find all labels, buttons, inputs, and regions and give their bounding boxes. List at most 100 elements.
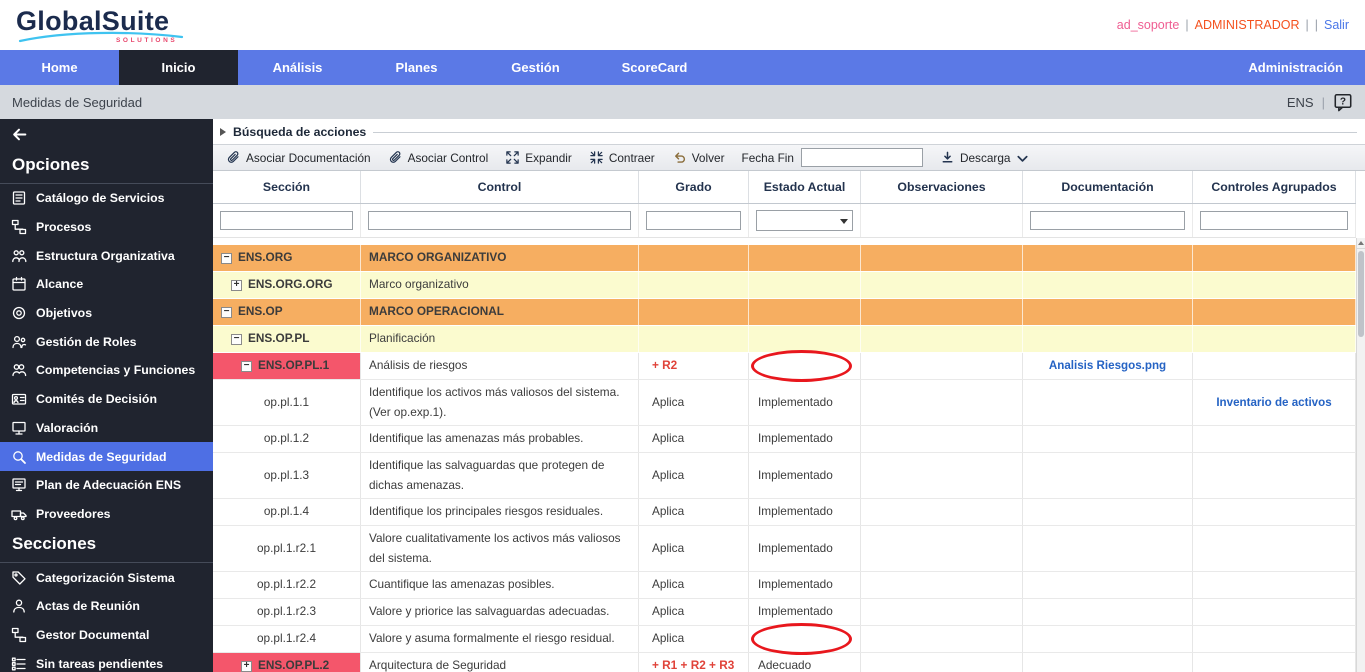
cell-seccion: op.pl.1.r2.4 — [213, 626, 361, 652]
help-icon[interactable]: ? — [1333, 93, 1353, 112]
cell-control: Identifique los activos más valiosos del… — [361, 380, 639, 425]
sidebar-item-sin-tareas-pendientes[interactable]: Sin tareas pendientes — [0, 649, 213, 672]
cell-control: Identifique las salvaguardas que protege… — [361, 453, 639, 498]
table-row[interactable]: +ENS.OP.PL.2Arquitectura de Seguridad+ R… — [213, 653, 1356, 672]
table-row[interactable]: op.pl.1.1Identifique los activos más val… — [213, 380, 1356, 426]
table-row[interactable]: op.pl.1.4Identifique los principales rie… — [213, 499, 1356, 526]
sidebar-item-catalogo-de-servicios[interactable]: Catálogo de Servicios — [0, 184, 213, 213]
cell-documentacion — [1023, 326, 1193, 352]
spacer — [213, 238, 1356, 245]
asociar-control-button[interactable]: Asociar Control — [388, 150, 489, 165]
sidebar-item-valoracion[interactable]: Valoración — [0, 414, 213, 443]
collapse-toggle-icon[interactable]: − — [231, 334, 242, 345]
cell-seccion: op.pl.1.r2.2 — [213, 572, 361, 598]
filter-estado-actual-select[interactable] — [756, 210, 853, 231]
cell-estado-actual — [749, 245, 861, 271]
toolbar-button-label: Asociar Control — [408, 151, 489, 165]
nav-item-inicio[interactable]: Inicio — [119, 50, 238, 85]
filter-seccion-input[interactable] — [220, 211, 353, 230]
filter-controles-agrupados-input[interactable] — [1200, 211, 1348, 230]
cell-control: MARCO OPERACIONAL — [361, 299, 639, 325]
table-row[interactable]: −ENS.OP.PLPlanificación — [213, 326, 1356, 353]
expand-toggle-icon[interactable]: + — [241, 661, 252, 672]
sidebar-item-alcance[interactable]: Alcance — [0, 270, 213, 299]
nav-item-planes[interactable]: Planes — [357, 50, 476, 85]
cell-documentacion — [1023, 453, 1193, 498]
collapse-toggle-icon[interactable]: − — [221, 307, 232, 318]
volver-button[interactable]: Volver — [672, 150, 725, 165]
table-row[interactable]: +ENS.ORG.ORGMarco organizativo — [213, 272, 1356, 299]
cell-observaciones — [861, 626, 1023, 652]
sidebar-item-plan-de-adecuacion-ens[interactable]: Plan de Adecuación ENS — [0, 471, 213, 500]
nav-item-analisis[interactable]: Análisis — [238, 50, 357, 85]
grouped-controls-link[interactable]: Inventario de activos — [1216, 393, 1331, 413]
back-arrow-icon[interactable] — [10, 126, 29, 143]
toolbar-button-label: Contraer — [609, 151, 655, 165]
sidebar-item-label: Plan de Adecuación ENS — [36, 478, 181, 492]
cell-grado: Aplica — [639, 572, 749, 598]
sidebar-item-label: Gestión de Roles — [36, 335, 136, 349]
nav-item-gestion[interactable]: Gestión — [476, 50, 595, 85]
toolbar-button-label: Expandir — [525, 151, 572, 165]
expandir-button[interactable]: Expandir — [505, 150, 572, 165]
filter-control-input[interactable] — [368, 211, 631, 230]
sidebar-item-actas-de-reunion[interactable]: Actas de Reunión — [0, 592, 213, 621]
collapse-toggle-icon[interactable]: − — [221, 253, 232, 264]
search-panel-header[interactable]: Búsqueda de acciones — [213, 119, 1365, 144]
table-row[interactable]: op.pl.1.3Identifique las salvaguardas qu… — [213, 453, 1356, 499]
collapse-toggle-icon[interactable]: − — [241, 361, 252, 372]
nav-item-administracion[interactable]: Administración — [1226, 50, 1365, 85]
cell-controles-agrupados — [1193, 626, 1356, 652]
table-row[interactable]: −ENS.ORGMARCO ORGANIZATIVO — [213, 245, 1356, 272]
scrollbar-thumb[interactable] — [1358, 251, 1364, 337]
contraer-button[interactable]: Contraer — [589, 150, 655, 165]
table-row[interactable]: op.pl.1.2Identifique las amenazas más pr… — [213, 426, 1356, 453]
column-header-documentacion: Documentación — [1023, 171, 1193, 203]
cell-controles-agrupados — [1193, 272, 1356, 298]
table-row[interactable]: −ENS.OP.PL.1Análisis de riesgos+ R2Anali… — [213, 353, 1356, 380]
search-icon — [11, 449, 27, 465]
filter-documentacion-input[interactable] — [1030, 211, 1185, 230]
sidebar-item-gestor-documental[interactable]: Gestor Documental — [0, 621, 213, 650]
table-row[interactable]: op.pl.1.r2.3Valore y priorice las salvag… — [213, 599, 1356, 626]
sidebar-item-medidas-de-seguridad[interactable]: Medidas de Seguridad — [0, 442, 213, 471]
table-row[interactable]: op.pl.1.r2.1Valore cualitativamente los … — [213, 526, 1356, 572]
sidebar-item-competencias-y-funciones[interactable]: Competencias y Funciones — [0, 356, 213, 385]
collapse-arrow-icon — [220, 128, 226, 136]
separator: | — [1322, 95, 1325, 110]
sidebar-item-comites-de-decision[interactable]: Comités de Decisión — [0, 385, 213, 414]
sidebar-item-objetivos[interactable]: Objetivos — [0, 299, 213, 328]
filter-grado-input[interactable] — [646, 211, 741, 230]
expand-toggle-icon[interactable]: + — [231, 280, 242, 291]
cell-estado-actual: Implementado — [749, 426, 861, 452]
document-link[interactable]: Analisis Riesgos.png — [1049, 356, 1166, 376]
nav-item-home[interactable]: Home — [0, 50, 119, 85]
table-row[interactable]: op.pl.1.r2.4Valore y asuma formalmente e… — [213, 626, 1356, 653]
table-row[interactable]: op.pl.1.r2.2Cuantifique las amenazas pos… — [213, 572, 1356, 599]
cell-grado — [639, 326, 749, 352]
user-session-box: ad_soporte | ADMINISTRADOR | | Salir — [1117, 18, 1349, 32]
section-code: op.pl.1.r2.1 — [257, 539, 316, 559]
logout-link[interactable]: Salir — [1324, 18, 1349, 32]
cell-documentacion — [1023, 499, 1193, 525]
cell-controles-agrupados — [1193, 245, 1356, 271]
section-code: ENS.ORG.ORG — [248, 275, 333, 295]
sidebar-item-proveedores[interactable]: Proveedores — [0, 500, 213, 529]
download-icon — [940, 150, 955, 165]
sidebar-item-procesos[interactable]: Procesos — [0, 213, 213, 242]
descarga-button[interactable]: Descarga — [940, 149, 1031, 166]
scroll-up-arrow[interactable] — [1357, 238, 1365, 249]
table-row[interactable]: −ENS.OPMARCO OPERACIONAL — [213, 299, 1356, 326]
asociar-documentacion-button[interactable]: Asociar Documentación — [226, 150, 371, 165]
fecha-fin-input[interactable] — [801, 148, 923, 167]
sidebar-item-categorizacion-sistema[interactable]: Categorización Sistema — [0, 563, 213, 592]
nav-item-scorecard[interactable]: ScoreCard — [595, 50, 714, 85]
descarga-label: Descarga — [960, 151, 1011, 165]
main-nav: HomeInicioAnálisisPlanesGestiónScoreCard… — [0, 50, 1365, 85]
cell-seccion: + ENS.ORG.ORG — [213, 272, 361, 298]
sidebar-item-gestion-de-roles[interactable]: Gestión de Roles — [0, 327, 213, 356]
cell-documentacion — [1023, 626, 1193, 652]
action-toolbar: Asociar Documentación Asociar Control Expa… — [213, 144, 1365, 171]
vertical-scrollbar[interactable] — [1356, 238, 1365, 672]
sidebar-item-estructura-organizativa[interactable]: Estructura Organizativa — [0, 241, 213, 270]
